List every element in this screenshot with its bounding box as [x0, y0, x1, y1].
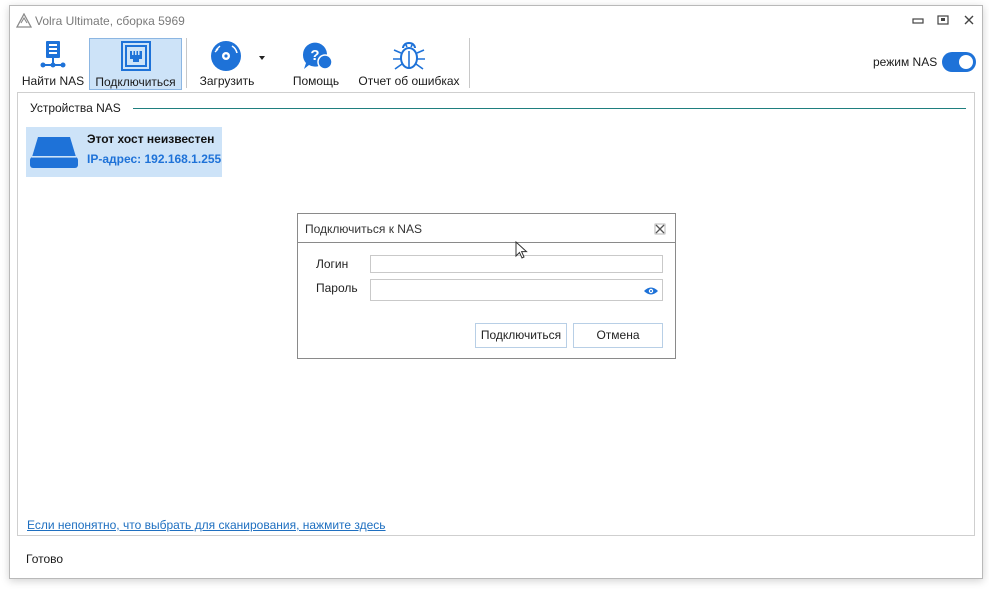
app-logo-icon [15, 12, 33, 29]
dialog-close-icon[interactable] [654, 223, 666, 235]
device-ip: IP-адрес: 192.168.1.255 [87, 152, 222, 166]
svg-text:?: ? [310, 47, 319, 64]
connect-dialog: Подключиться к NAS Логин Пароль Подключи… [297, 213, 676, 359]
load-button[interactable]: Загрузить [194, 38, 260, 90]
group-title: Устройства NAS [30, 101, 127, 115]
dialog-connect-button[interactable]: Подключиться [475, 323, 567, 348]
help-chat-icon: ? [299, 40, 333, 75]
find-nas-button[interactable]: Найти NAS [20, 38, 86, 90]
help-label: Помощь [292, 74, 340, 88]
hard-drive-icon [28, 135, 80, 172]
nas-device-item[interactable]: Этот хост неизвестен IP-адрес: 192.168.1… [26, 127, 222, 177]
window-title: Volra Ultimate, сборка 5969 [35, 14, 185, 28]
load-label: Загрузить [199, 74, 255, 88]
group-divider [133, 108, 966, 109]
toolbar-separator [469, 38, 470, 88]
find-nas-label: Найти NAS [21, 74, 85, 88]
mouse-cursor-icon [515, 240, 529, 264]
toolbar-separator [186, 38, 187, 88]
maximize-icon[interactable] [936, 14, 950, 26]
password-label: Пароль [316, 281, 358, 295]
dialog-header: Подключиться к NAS [298, 214, 675, 243]
password-input[interactable] [371, 280, 662, 300]
login-label: Логин [316, 257, 349, 271]
minimize-icon[interactable] [911, 14, 925, 26]
show-password-icon[interactable] [643, 285, 659, 299]
dialog-cancel-button[interactable]: Отмена [573, 323, 663, 348]
error-report-button[interactable]: Отчет об ошибках [356, 38, 462, 90]
connect-button[interactable]: Подключиться [89, 38, 182, 90]
server-network-icon [40, 40, 66, 75]
error-report-label: Отчет об ошибках [358, 74, 460, 88]
ethernet-port-icon [120, 41, 151, 74]
dialog-title: Подключиться к NAS [305, 222, 422, 236]
status-text: Готово [26, 552, 64, 566]
scan-help-link[interactable]: Если непонятно, что выбрать для сканиров… [27, 518, 386, 532]
close-icon[interactable] [962, 14, 976, 26]
help-button[interactable]: ? Помощь [286, 38, 346, 90]
connect-label: Подключиться [95, 75, 176, 89]
title-bar: Volra Ultimate, сборка 5969 [10, 6, 982, 36]
toolbar: Найти NAS Подключиться Загрузить ? Помощ… [10, 36, 982, 92]
load-dropdown-icon[interactable] [259, 56, 265, 60]
disc-load-icon [210, 40, 244, 75]
password-field[interactable] [370, 279, 663, 301]
nas-mode-toggle[interactable] [942, 52, 976, 72]
toggle-knob [959, 55, 973, 69]
nas-mode-label: режим NAS [873, 55, 938, 69]
bug-icon [392, 40, 426, 75]
device-name: Этот хост неизвестен [87, 132, 215, 146]
